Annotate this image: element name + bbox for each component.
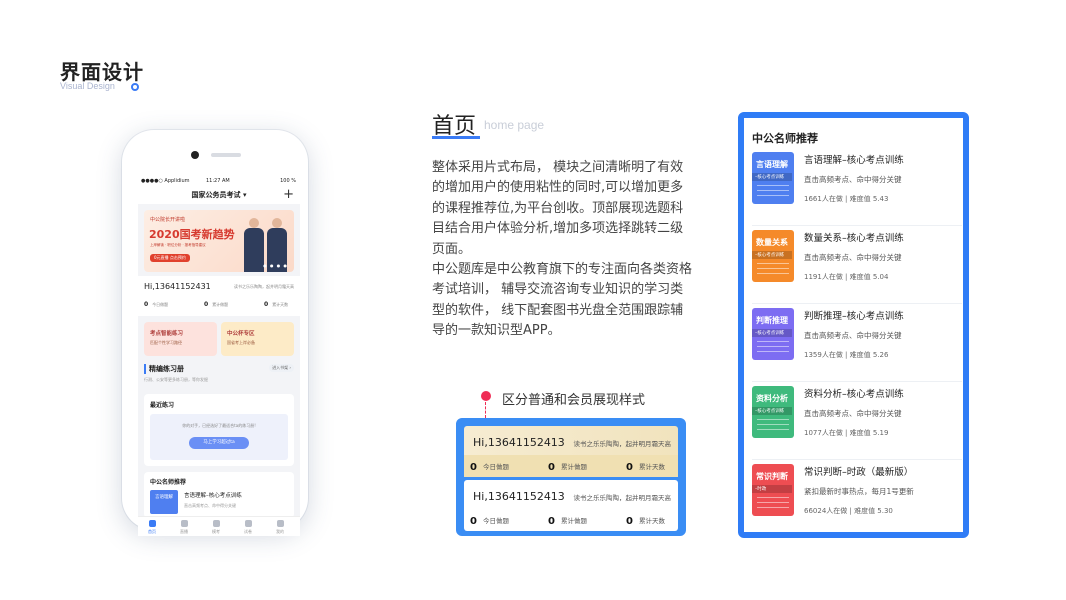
status-bar: ●●●●○ Applidium 11:27 AM 100 % <box>138 176 300 186</box>
course-thumbnail: 判断推理 –核心考点训练 <box>752 308 794 360</box>
course-thumbnail: 言语理解 –核心考点训练 <box>752 152 794 204</box>
tab-papers[interactable]: 试卷 <box>236 520 260 535</box>
teacher-title: 中公名师推荐 <box>150 479 187 486</box>
promo-banner[interactable]: 中公院长开讲啦 2020国考新趋势 上岸解读 · 职位分析 · 报考指导建议 0… <box>144 210 294 272</box>
course-thumbnail: 数量关系 –核心考点训练 <box>752 230 794 282</box>
normal-user-card: Hi,13641152413 读书之乐乐陶陶，起并明月霜天高 0 今日做题 0 累计… <box>464 480 678 531</box>
recommend-title: 中公名师推荐 <box>752 132 818 145</box>
stat-total: 0 累计做题 <box>204 301 229 308</box>
tab-bar: 首页 直播 模考 试卷 我的 <box>138 516 300 536</box>
exam-selector[interactable]: 国家公务员考试 ▾ <box>138 190 300 200</box>
nav-bar: 国家公务员考试 ▾ + <box>138 186 300 204</box>
home-icon <box>148 520 156 527</box>
phone-screen: ●●●●○ Applidium 11:27 AM 100 % 国家公务员考试 ▾… <box>138 176 300 536</box>
pin-dot-icon <box>481 391 491 401</box>
carousel-dots[interactable]: ● ● ● ● <box>263 263 288 268</box>
tab-mine[interactable]: 我的 <box>268 520 292 535</box>
trophy-icon <box>212 520 220 527</box>
start-learning-button[interactable]: 马上学习超过ta <box>189 437 249 449</box>
course-desc: 直击高频考点、命中得分关键 <box>184 503 236 508</box>
recent-practice: 最近练习 你的对手，已经选好了最适合ta的练习册! 马上学习超过ta <box>144 394 294 466</box>
home-subtitle: home page <box>484 118 545 132</box>
course-thumbnail: 言语理解 <box>150 490 178 514</box>
status-carrier: ●●●●○ Applidium <box>141 178 190 184</box>
banner-tag: 中公院长开讲啦 <box>150 217 186 223</box>
banner-headline: 2020国考新趋势 <box>149 228 235 241</box>
bookshelf-link[interactable]: 进入书架 › <box>269 364 294 372</box>
user-icon <box>276 520 284 527</box>
member-style-label: 区分普通和会员展现样式 <box>502 393 646 408</box>
stat-days: 0 累计天数 <box>264 301 289 308</box>
banner-button[interactable]: 0元直播 点击预约 <box>150 254 190 262</box>
user-name: Hi,13641152431 <box>144 282 211 291</box>
user-panel: Hi,13641152431 读书之乐乐陶陶，起并明月霜天高 0 今日做题 0 累计… <box>138 276 300 316</box>
recent-empty-box: 你的对手，已经选好了最适合ta的练习册! 马上学习超过ta <box>150 414 288 460</box>
tab-live[interactable]: 直播 <box>172 520 196 535</box>
tab-mock[interactable]: 模考 <box>204 520 228 535</box>
smart-practice-card[interactable]: 考点智能练习 匹配个性学习路径 <box>144 322 217 356</box>
recent-title: 最近练习 <box>150 402 175 409</box>
course-item[interactable]: 资料分析 –核心考点训练 资料分析–核心考点训练 直击高频考点、命中得分关键 10… <box>752 386 962 460</box>
course-item[interactable]: 判断推理 –核心考点训练 判断推理–核心考点训练 直击高频考点、命中得分关键 13… <box>752 308 962 382</box>
recommend-panel: 中公名师推荐 言语理解 –核心考点训练 言语理解–核心考点训练 直击高频考点、命中… <box>738 112 969 538</box>
pin-stem <box>485 402 486 418</box>
cup-zone-card[interactable]: 中公杯专区 国省考上岸必备 <box>221 322 294 356</box>
circle-dot-icon <box>131 83 139 91</box>
course-thumbnail: 资料分析 –核心考点训练 <box>752 386 794 438</box>
course-item[interactable]: 常识判断 –时政 常识判断–时政（最新版） 紧扣最新时事热点，每月1号更新 660… <box>752 464 962 538</box>
section-desc: 行测、公安等更多练习册，等你发掘 <box>144 377 208 382</box>
speaker-icon <box>211 153 241 157</box>
teacher-recommend[interactable]: 中公名师推荐 言语理解 言语理解–核心考点训练 直击高频考点、命中得分关键 <box>144 472 294 518</box>
course-thumbnail: 常识判断 –时政 <box>752 464 794 516</box>
camera-icon <box>191 151 199 159</box>
course-item[interactable]: 言语理解 –核心考点训练 言语理解–核心考点训练 直击高频考点、命中得分关键 16… <box>752 152 962 226</box>
user-motto: 读书之乐乐陶陶，起并明月霜天高 <box>234 284 294 289</box>
course-item[interactable]: 数量关系 –核心考点训练 数量关系–核心考点训练 直击高频考点、命中得分关键 11… <box>752 230 962 304</box>
status-battery: 100 % <box>280 178 296 184</box>
presenter-image <box>244 218 264 272</box>
description-paragraph: 整体采用片式布局， 模块之间清晰明了有效的增加用户的使用粘性的同时,可以增加更多… <box>432 160 684 257</box>
vip-user-card: Hi,13641152413 读书之乐乐陶陶，起并明月霜天高 0 今日做题 0 累计… <box>464 426 678 477</box>
live-icon <box>180 520 188 527</box>
tab-home[interactable]: 首页 <box>140 520 164 535</box>
status-time: 11:27 AM <box>206 178 230 184</box>
feature-cards: 考点智能练习 匹配个性学习路径 中公杯专区 国省考上岸必备 <box>144 322 294 356</box>
recent-desc: 你的对手，已经选好了最适合ta的练习册! <box>182 423 256 428</box>
banner-chips: 上岸解读 · 职位分析 · 报考指导建议 <box>150 243 206 247</box>
paper-icon <box>244 520 252 527</box>
member-comparison: Hi,13641152413 读书之乐乐陶陶，起并明月霜天高 0 今日做题 0 累计… <box>456 418 686 536</box>
workbook-section: 精编练习册 行测、公安等更多练习册，等你发掘 进入书架 › <box>144 364 294 384</box>
page-subtitle: Visual Design <box>60 81 115 91</box>
stat-today: 0 今日做题 <box>144 301 169 308</box>
course-name: 言语理解–核心考点训练 <box>184 493 242 499</box>
plus-icon[interactable]: + <box>283 187 294 202</box>
title-underline <box>432 136 480 139</box>
description-paragraph: 中公题库是中公教育旗下的专注面向各类资格考试培训， 辅导交流咨询专业知识的学习类… <box>432 262 693 339</box>
